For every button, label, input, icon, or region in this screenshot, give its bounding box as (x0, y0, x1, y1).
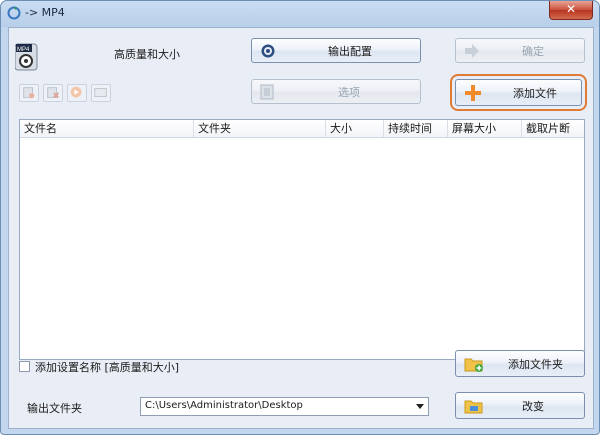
change-label: 改变 (522, 399, 544, 413)
change-folder-button[interactable]: 改变 (455, 392, 585, 419)
options-button[interactable]: 选项 (251, 79, 421, 104)
output-folder-label: 输出文件夹 (27, 402, 82, 415)
add-setting-name-checkbox[interactable] (19, 361, 30, 372)
close-button[interactable]: ✕ (549, 1, 593, 20)
dropdown-arrow-icon[interactable] (416, 404, 424, 409)
close-icon: ✕ (565, 2, 577, 16)
folder-open-icon (464, 400, 483, 414)
output-config-label: 输出配置 (328, 44, 372, 58)
ok-button[interactable]: 确定 (455, 38, 585, 63)
profile-label: 高质量和大小 (114, 48, 180, 61)
recycle-icon (7, 6, 21, 20)
column-size[interactable]: 大小 (326, 120, 384, 137)
add-file-button[interactable]: 添加文件 (450, 74, 587, 111)
mp4-logo-icon: MP4 (15, 43, 38, 71)
play-icon (70, 86, 82, 98)
column-filename[interactable]: 文件名 (20, 120, 194, 137)
file-list-header: 文件名 文件夹 大小 持续时间 屏幕大小 截取片断 (20, 120, 584, 138)
remove-item-tool[interactable] (19, 84, 39, 102)
add-file-label: 添加文件 (513, 86, 557, 100)
add-setting-name-label: 添加设置名称 [高质量和大小] (35, 361, 180, 374)
options-label: 选项 (338, 85, 360, 99)
media-info-tool[interactable] (91, 84, 111, 102)
add-folder-button[interactable]: 添加文件夹 (455, 350, 585, 377)
clear-icon (47, 87, 59, 99)
app-window: -> MP4 ✕ MP4 高质量和大小 输出配置 确定 选项 添加文件 文件名 … (0, 0, 600, 435)
title-bar[interactable]: -> MP4 ✕ (1, 1, 599, 25)
add-folder-label: 添加文件夹 (508, 357, 563, 371)
gear-icon (261, 44, 275, 58)
delete-icon (23, 87, 35, 99)
svg-text:MP4: MP4 (17, 47, 30, 53)
window-title: -> MP4 (25, 6, 65, 19)
clear-list-tool[interactable] (43, 84, 63, 102)
arrow-right-icon (465, 44, 479, 58)
info-icon (94, 88, 107, 97)
column-screen-size[interactable]: 屏幕大小 (448, 120, 522, 137)
file-list-body[interactable] (20, 138, 584, 359)
play-preview-tool[interactable] (67, 84, 87, 102)
film-icon (260, 84, 274, 100)
output-config-button[interactable]: 输出配置 (251, 38, 421, 63)
column-clip[interactable]: 截取片断 (522, 120, 584, 137)
plus-icon (465, 85, 481, 101)
main-panel: MP4 高质量和大小 输出配置 确定 选项 添加文件 文件名 文件夹 大小 持续… (8, 27, 594, 429)
column-duration[interactable]: 持续时间 (384, 120, 448, 137)
file-list[interactable]: 文件名 文件夹 大小 持续时间 屏幕大小 截取片断 (19, 119, 585, 360)
ok-label: 确定 (522, 44, 544, 58)
output-path-select[interactable]: C:\Users\Administrator\Desktop (140, 397, 429, 416)
folder-add-icon (464, 358, 483, 372)
output-path-value: C:\Users\Administrator\Desktop (145, 400, 303, 411)
column-folder[interactable]: 文件夹 (194, 120, 326, 137)
